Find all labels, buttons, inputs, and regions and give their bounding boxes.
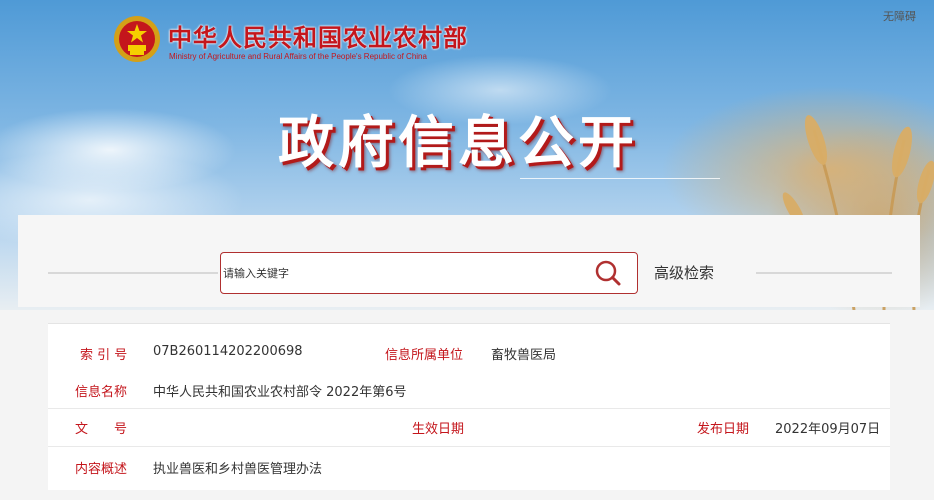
doc-number-label: 文 号 xyxy=(75,422,128,437)
summary-value: 执业兽医和乡村兽医管理办法 xyxy=(153,462,323,477)
effective-date-label: 生效日期 xyxy=(412,422,465,437)
search-panel: 高级检索 xyxy=(18,215,920,307)
title-divider xyxy=(520,178,720,179)
row-divider xyxy=(48,408,890,409)
search-divider-left xyxy=(48,272,218,274)
advanced-search-link[interactable]: 高级检索 xyxy=(654,262,714,283)
search-box xyxy=(220,252,638,294)
search-input[interactable] xyxy=(223,253,573,293)
search-divider-right xyxy=(756,272,892,274)
info-table: 索 引 号 07B260114202200698 信息所属单位 畜牧兽医局 信息… xyxy=(48,323,890,490)
ministry-name-en: Ministry of Agriculture and Rural Affair… xyxy=(169,52,427,61)
unit-value: 畜牧兽医局 xyxy=(491,348,557,363)
page-title: 政府信息公开 xyxy=(278,110,638,176)
summary-label: 内容概述 xyxy=(75,462,128,477)
index-value: 07B260114202200698 xyxy=(153,344,303,359)
name-label: 信息名称 xyxy=(75,385,128,400)
search-icon[interactable] xyxy=(593,259,623,287)
name-value: 中华人民共和国农业农村部令 2022年第6号 xyxy=(153,385,407,400)
publish-date-value: 2022年09月07日 xyxy=(775,422,881,437)
unit-label: 信息所属单位 xyxy=(385,348,464,363)
publish-date-label: 发布日期 xyxy=(697,422,750,437)
ministry-name-cn: 中华人民共和国农业农村部 xyxy=(168,23,468,52)
row-divider xyxy=(48,446,890,447)
accessibility-link[interactable]: 无障碍 xyxy=(883,8,916,24)
national-emblem-icon xyxy=(114,16,160,62)
index-label: 索 引 号 xyxy=(80,348,128,363)
